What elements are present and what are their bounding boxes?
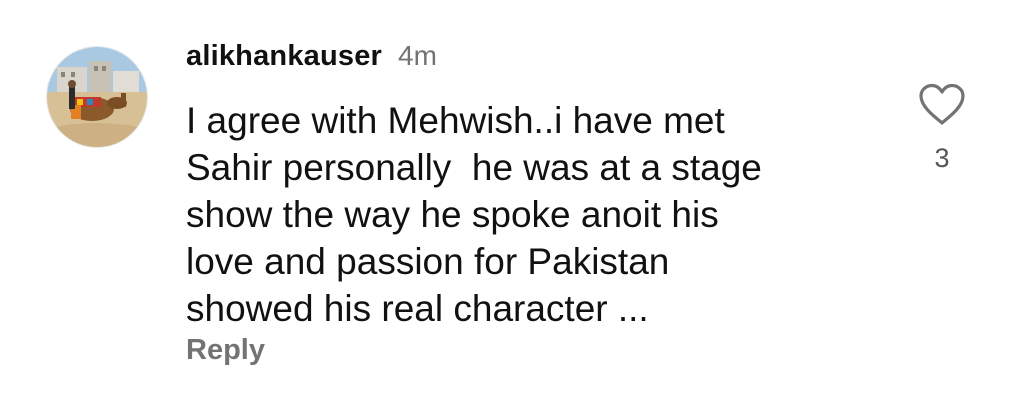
heart-outline-icon	[919, 83, 965, 125]
comment-item: alikhankauser 4m I agree with Mehwish..i…	[0, 0, 1024, 406]
reply-button[interactable]: Reply	[186, 334, 265, 367]
comment-text-line: I agree with Mehwish..i have met	[186, 100, 725, 141]
comment-text-line: love and passion for Pakistan	[186, 241, 670, 282]
like-count: 3	[934, 143, 950, 173]
comment-text-line: showed his real character ...	[186, 288, 649, 329]
comment-text-line: Sahir personally he was at a stage	[186, 147, 762, 188]
comment-text: I agree with Mehwish..i have met Sahir p…	[186, 97, 886, 332]
avatar-image	[47, 47, 147, 147]
avatar[interactable]	[46, 46, 148, 148]
username[interactable]: alikhankauser	[186, 40, 382, 73]
like-button[interactable]	[918, 83, 966, 127]
comment-text-line: show the way he spoke anoit his	[186, 194, 719, 235]
timestamp: 4m	[398, 40, 437, 71]
comment-header: alikhankauser 4m	[186, 40, 437, 80]
